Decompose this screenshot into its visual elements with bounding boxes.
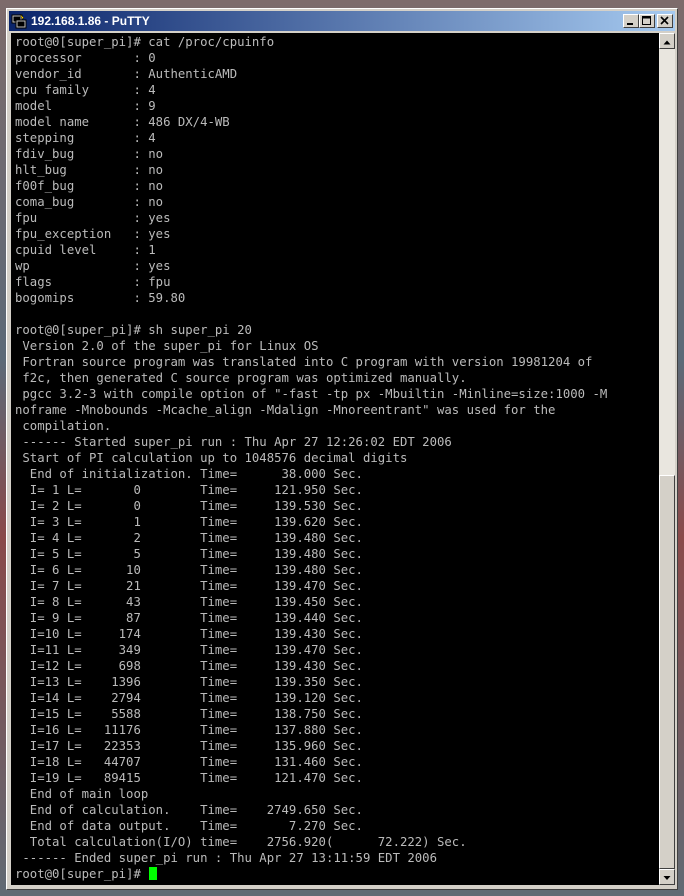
- terminal-prompt-line: root@0[super_pi]#: [15, 866, 607, 882]
- terminal-line: pgcc 3.2-3 with compile option of "-fast…: [15, 387, 608, 401]
- terminal-line: wp : yes: [15, 259, 171, 273]
- window-title: 192.168.1.86 - PuTTY: [31, 14, 150, 28]
- scroll-down-button[interactable]: [659, 869, 675, 885]
- title-bar[interactable]: 192.168.1.86 - PuTTY: [9, 11, 675, 31]
- terminal-line: model name : 486 DX/4-WB: [15, 115, 230, 129]
- terminal-line: Total calculation(I/O) time= 2756.920( 7…: [15, 835, 467, 849]
- terminal-line: noframe -Mnobounds -Mcache_align -Mdalig…: [15, 403, 556, 417]
- terminal-line: I=19 L= 89415 Time= 121.470 Sec.: [15, 771, 363, 785]
- terminal-line: root@0[super_pi]# cat /proc/cpuinfo: [15, 35, 275, 49]
- scroll-up-button[interactable]: [659, 33, 675, 49]
- terminal-line: Version 2.0 of the super_pi for Linux OS: [15, 339, 319, 353]
- terminal-line: End of main loop: [15, 787, 149, 801]
- terminal-line: I= 6 L= 10 Time= 139.480 Sec.: [15, 563, 363, 577]
- arrow-down-icon: [663, 876, 671, 880]
- terminal-output: root@0[super_pi]# cat /proc/cpuinfo proce…: [15, 34, 607, 882]
- terminal-line: root@0[super_pi]# sh super_pi 20: [15, 323, 252, 337]
- terminal-line: Fortran source program was translated in…: [15, 355, 593, 369]
- close-button[interactable]: [657, 14, 673, 28]
- terminal-line: End of calculation. Time= 2749.650 Sec.: [15, 803, 363, 817]
- minimize-icon: [627, 23, 633, 25]
- terminal-line: End of initialization. Time= 38.000 Sec.: [15, 467, 363, 481]
- terminal-line: End of data output. Time= 7.270 Sec.: [15, 819, 363, 833]
- terminal-line: hlt_bug : no: [15, 163, 164, 177]
- putty-window: 192.168.1.86 - PuTTY root@0[super_pi]# c…: [6, 8, 678, 890]
- terminal-line: vendor_id : AuthenticAMD: [15, 67, 238, 81]
- close-icon: [660, 16, 669, 25]
- maximize-button[interactable]: [639, 14, 655, 28]
- terminal-line: fpu : yes: [15, 211, 171, 225]
- arrow-up-icon: [663, 40, 671, 45]
- scroll-thumb[interactable]: [659, 475, 675, 869]
- terminal-line: I=16 L= 11176 Time= 137.880 Sec.: [15, 723, 363, 737]
- shell-prompt: root@0[super_pi]#: [15, 867, 149, 881]
- terminal-line: I=13 L= 1396 Time= 139.350 Sec.: [15, 675, 363, 689]
- terminal-line: fdiv_bug : no: [15, 147, 164, 161]
- terminal-line: I= 5 L= 5 Time= 139.480 Sec.: [15, 547, 363, 561]
- terminal-line: I=18 L= 44707 Time= 131.460 Sec.: [15, 755, 363, 769]
- terminal-line: coma_bug : no: [15, 195, 164, 209]
- terminal-screen[interactable]: root@0[super_pi]# cat /proc/cpuinfo proce…: [11, 33, 659, 885]
- terminal-line: processor : 0: [15, 51, 156, 65]
- terminal-line: cpuid level : 1: [15, 243, 156, 257]
- terminal-line: I=11 L= 349 Time= 139.470 Sec.: [15, 643, 363, 657]
- terminal-line: I= 9 L= 87 Time= 139.440 Sec.: [15, 611, 363, 625]
- terminal-line: I=10 L= 174 Time= 139.430 Sec.: [15, 627, 363, 641]
- terminal-line: cpu family : 4: [15, 83, 156, 97]
- terminal-line: f2c, then generated C source program was…: [15, 371, 467, 385]
- terminal-line: f00f_bug : no: [15, 179, 164, 193]
- maximize-icon: [642, 16, 651, 25]
- terminal-line: fpu_exception : yes: [15, 227, 171, 241]
- terminal-line: I= 7 L= 21 Time= 139.470 Sec.: [15, 579, 363, 593]
- terminal-line: I= 8 L= 43 Time= 139.450 Sec.: [15, 595, 363, 609]
- terminal-line: bogomips : 59.80: [15, 291, 186, 305]
- terminal-line: I= 4 L= 2 Time= 139.480 Sec.: [15, 531, 363, 545]
- terminal-line: ------ Started super_pi run : Thu Apr 27…: [15, 435, 452, 449]
- terminal-line: I=12 L= 698 Time= 139.430 Sec.: [15, 659, 363, 673]
- terminal-line: Start of PI calculation up to 1048576 de…: [15, 451, 408, 465]
- terminal-line: model : 9: [15, 99, 156, 113]
- vertical-scrollbar[interactable]: [659, 33, 675, 885]
- terminal-line: ------ Ended super_pi run : Thu Apr 27 1…: [15, 851, 437, 865]
- text-cursor: [149, 867, 158, 880]
- terminal-line: flags : fpu: [15, 275, 171, 289]
- terminal-line: I=14 L= 2794 Time= 139.120 Sec.: [15, 691, 363, 705]
- terminal-line: stepping : 4: [15, 131, 156, 145]
- terminal-line: I= 3 L= 1 Time= 139.620 Sec.: [15, 515, 363, 529]
- minimize-button[interactable]: [623, 14, 639, 28]
- terminal-line: I=15 L= 5588 Time= 138.750 Sec.: [15, 707, 363, 721]
- terminal-line: I=17 L= 22353 Time= 135.960 Sec.: [15, 739, 363, 753]
- putty-app-icon[interactable]: [11, 13, 27, 29]
- terminal-line: I= 2 L= 0 Time= 139.530 Sec.: [15, 499, 363, 513]
- terminal-line: compilation.: [15, 419, 112, 433]
- terminal-line: I= 1 L= 0 Time= 121.950 Sec.: [15, 483, 363, 497]
